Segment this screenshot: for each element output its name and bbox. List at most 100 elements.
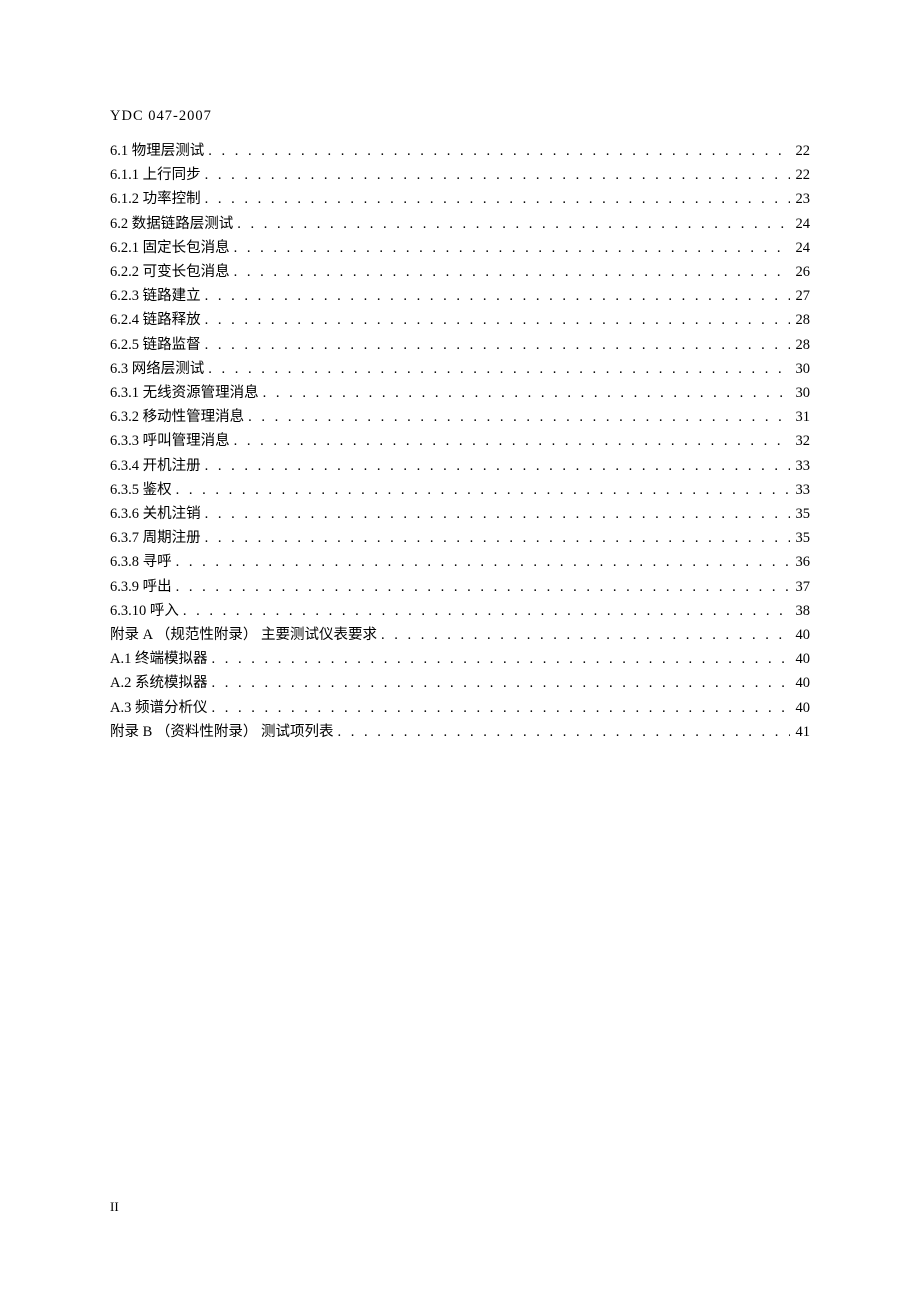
toc-entry-label: 6.1.2 功率控制 [110,187,201,211]
table-of-contents: 6.1 物理层测试226.1.1 上行同步226.1.2 功率控制236.2 数… [110,139,810,744]
toc-entry-page: 38 [790,599,811,623]
toc-entry-label: 6.3.9 呼出 [110,575,172,599]
toc-entry-label: 6.3.5 鉴权 [110,478,172,502]
toc-entry-label: 6.3.3 呼叫管理消息 [110,429,230,453]
toc-entry-label: 6.3.1 无线资源管理消息 [110,381,259,405]
toc-entry: A.3 频谱分析仪 40 [110,696,810,720]
toc-leader-dots [201,284,790,308]
toc-entry: 附录 A （规范性附录） 主要测试仪表要求 40 [110,623,810,647]
toc-leader-dots [204,139,789,163]
toc-entry-page: 26 [790,260,811,284]
document-page: YDC 047-2007 6.1 物理层测试226.1.1 上行同步226.1.… [0,0,920,744]
toc-leader-dots [201,333,790,357]
toc-leader-dots [207,671,789,695]
toc-entry: 6.3.10 呼入 38 [110,599,810,623]
toc-entry-page: 40 [790,623,811,647]
toc-entry-label: 6.1.1 上行同步 [110,163,201,187]
toc-entry: 6.3.9 呼出 37 [110,575,810,599]
toc-entry-page: 28 [790,308,811,332]
toc-entry-page: 24 [790,212,811,236]
toc-leader-dots [201,454,790,478]
toc-entry-page: 23 [790,187,811,211]
toc-entry: 6.2.5 链路监督 28 [110,333,810,357]
toc-entry-label: 6.3.8 寻呼 [110,550,172,574]
toc-entry-page: 31 [790,405,811,429]
toc-entry: 6.3.1 无线资源管理消息 30 [110,381,810,405]
toc-entry: 6.2.1 固定长包消息 24 [110,236,810,260]
toc-entry-page: 22 [790,139,811,163]
toc-entry-page: 22 [790,163,811,187]
toc-entry-label: 6.3.7 周期注册 [110,526,201,550]
toc-entry-page: 30 [790,381,811,405]
toc-leader-dots [233,212,789,236]
toc-leader-dots [334,720,790,744]
toc-entry: 6.2.2 可变长包消息 26 [110,260,810,284]
toc-leader-dots [201,502,790,526]
page-number: II [110,1199,119,1215]
toc-entry: 附录 B （资料性附录） 测试项列表 41 [110,720,810,744]
toc-leader-dots [259,381,790,405]
toc-entry: 6.3.7 周期注册35 [110,526,810,550]
toc-entry-label: 6.3.4 开机注册 [110,454,201,478]
toc-entry-label: 6.2.4 链路释放 [110,308,201,332]
toc-entry-page: 30 [790,357,811,381]
toc-entry-label: 6.2.3 链路建立 [110,284,201,308]
toc-entry: 6.1.1 上行同步 22 [110,163,810,187]
toc-leader-dots [172,478,790,502]
toc-entry: 6.3.8 寻呼36 [110,550,810,574]
toc-entry: 6.1.2 功率控制 23 [110,187,810,211]
toc-leader-dots [230,260,790,284]
toc-leader-dots [201,308,790,332]
toc-entry: 6.2 数据链路层测试 24 [110,212,810,236]
toc-entry-label: 附录 B （资料性附录） 测试项列表 [110,720,334,744]
toc-entry-label: 6.2.2 可变长包消息 [110,260,230,284]
toc-entry-page: 40 [790,671,811,695]
document-header: YDC 047-2007 [110,108,810,125]
toc-entry-label: 6.1 物理层测试 [110,139,204,163]
toc-entry: 6.2.3 链路建立 27 [110,284,810,308]
toc-leader-dots [179,599,790,623]
toc-entry: 6.1 物理层测试 22 [110,139,810,163]
toc-leader-dots [201,187,790,211]
toc-leader-dots [172,550,790,574]
toc-entry-page: 33 [790,478,811,502]
toc-entry: 6.3.2 移动性管理消息 31 [110,405,810,429]
toc-entry-label: 6.2.5 链路监督 [110,333,201,357]
toc-entry-label: A.1 终端模拟器 [110,647,207,671]
toc-entry-page: 32 [790,429,811,453]
toc-entry-page: 40 [790,647,811,671]
toc-entry-label: 6.3.2 移动性管理消息 [110,405,244,429]
toc-entry-page: 33 [790,454,811,478]
toc-entry-page: 41 [790,720,811,744]
toc-leader-dots [207,647,789,671]
toc-entry-page: 28 [790,333,811,357]
toc-entry-label: 6.2.1 固定长包消息 [110,236,230,260]
toc-entry: 6.3.5 鉴权 33 [110,478,810,502]
toc-leader-dots [201,526,790,550]
toc-entry-label: 附录 A （规范性附录） 主要测试仪表要求 [110,623,377,647]
toc-entry-page: 24 [790,236,811,260]
toc-entry-label: 6.3 网络层测试 [110,357,204,381]
toc-entry: 6.3.4 开机注册 33 [110,454,810,478]
toc-leader-dots [204,357,789,381]
toc-entry: A.2 系统模拟器 40 [110,671,810,695]
toc-entry: 6.3.6 关机注销 35 [110,502,810,526]
toc-entry-label: 6.2 数据链路层测试 [110,212,233,236]
toc-entry-label: 6.3.10 呼入 [110,599,179,623]
toc-entry-label: A.3 频谱分析仪 [110,696,207,720]
toc-entry-page: 27 [790,284,811,308]
toc-leader-dots [377,623,789,647]
toc-entry: 6.3 网络层测试 30 [110,357,810,381]
toc-entry-label: A.2 系统模拟器 [110,671,207,695]
toc-entry-page: 40 [790,696,811,720]
toc-leader-dots [201,163,790,187]
toc-entry-page: 35 [790,502,811,526]
toc-leader-dots [230,236,790,260]
toc-leader-dots [207,696,789,720]
toc-leader-dots [230,429,790,453]
toc-entry: 6.3.3 呼叫管理消息 32 [110,429,810,453]
toc-entry-label: 6.3.6 关机注销 [110,502,201,526]
toc-leader-dots [244,405,789,429]
toc-entry-page: 37 [790,575,811,599]
toc-entry: 6.2.4 链路释放 28 [110,308,810,332]
